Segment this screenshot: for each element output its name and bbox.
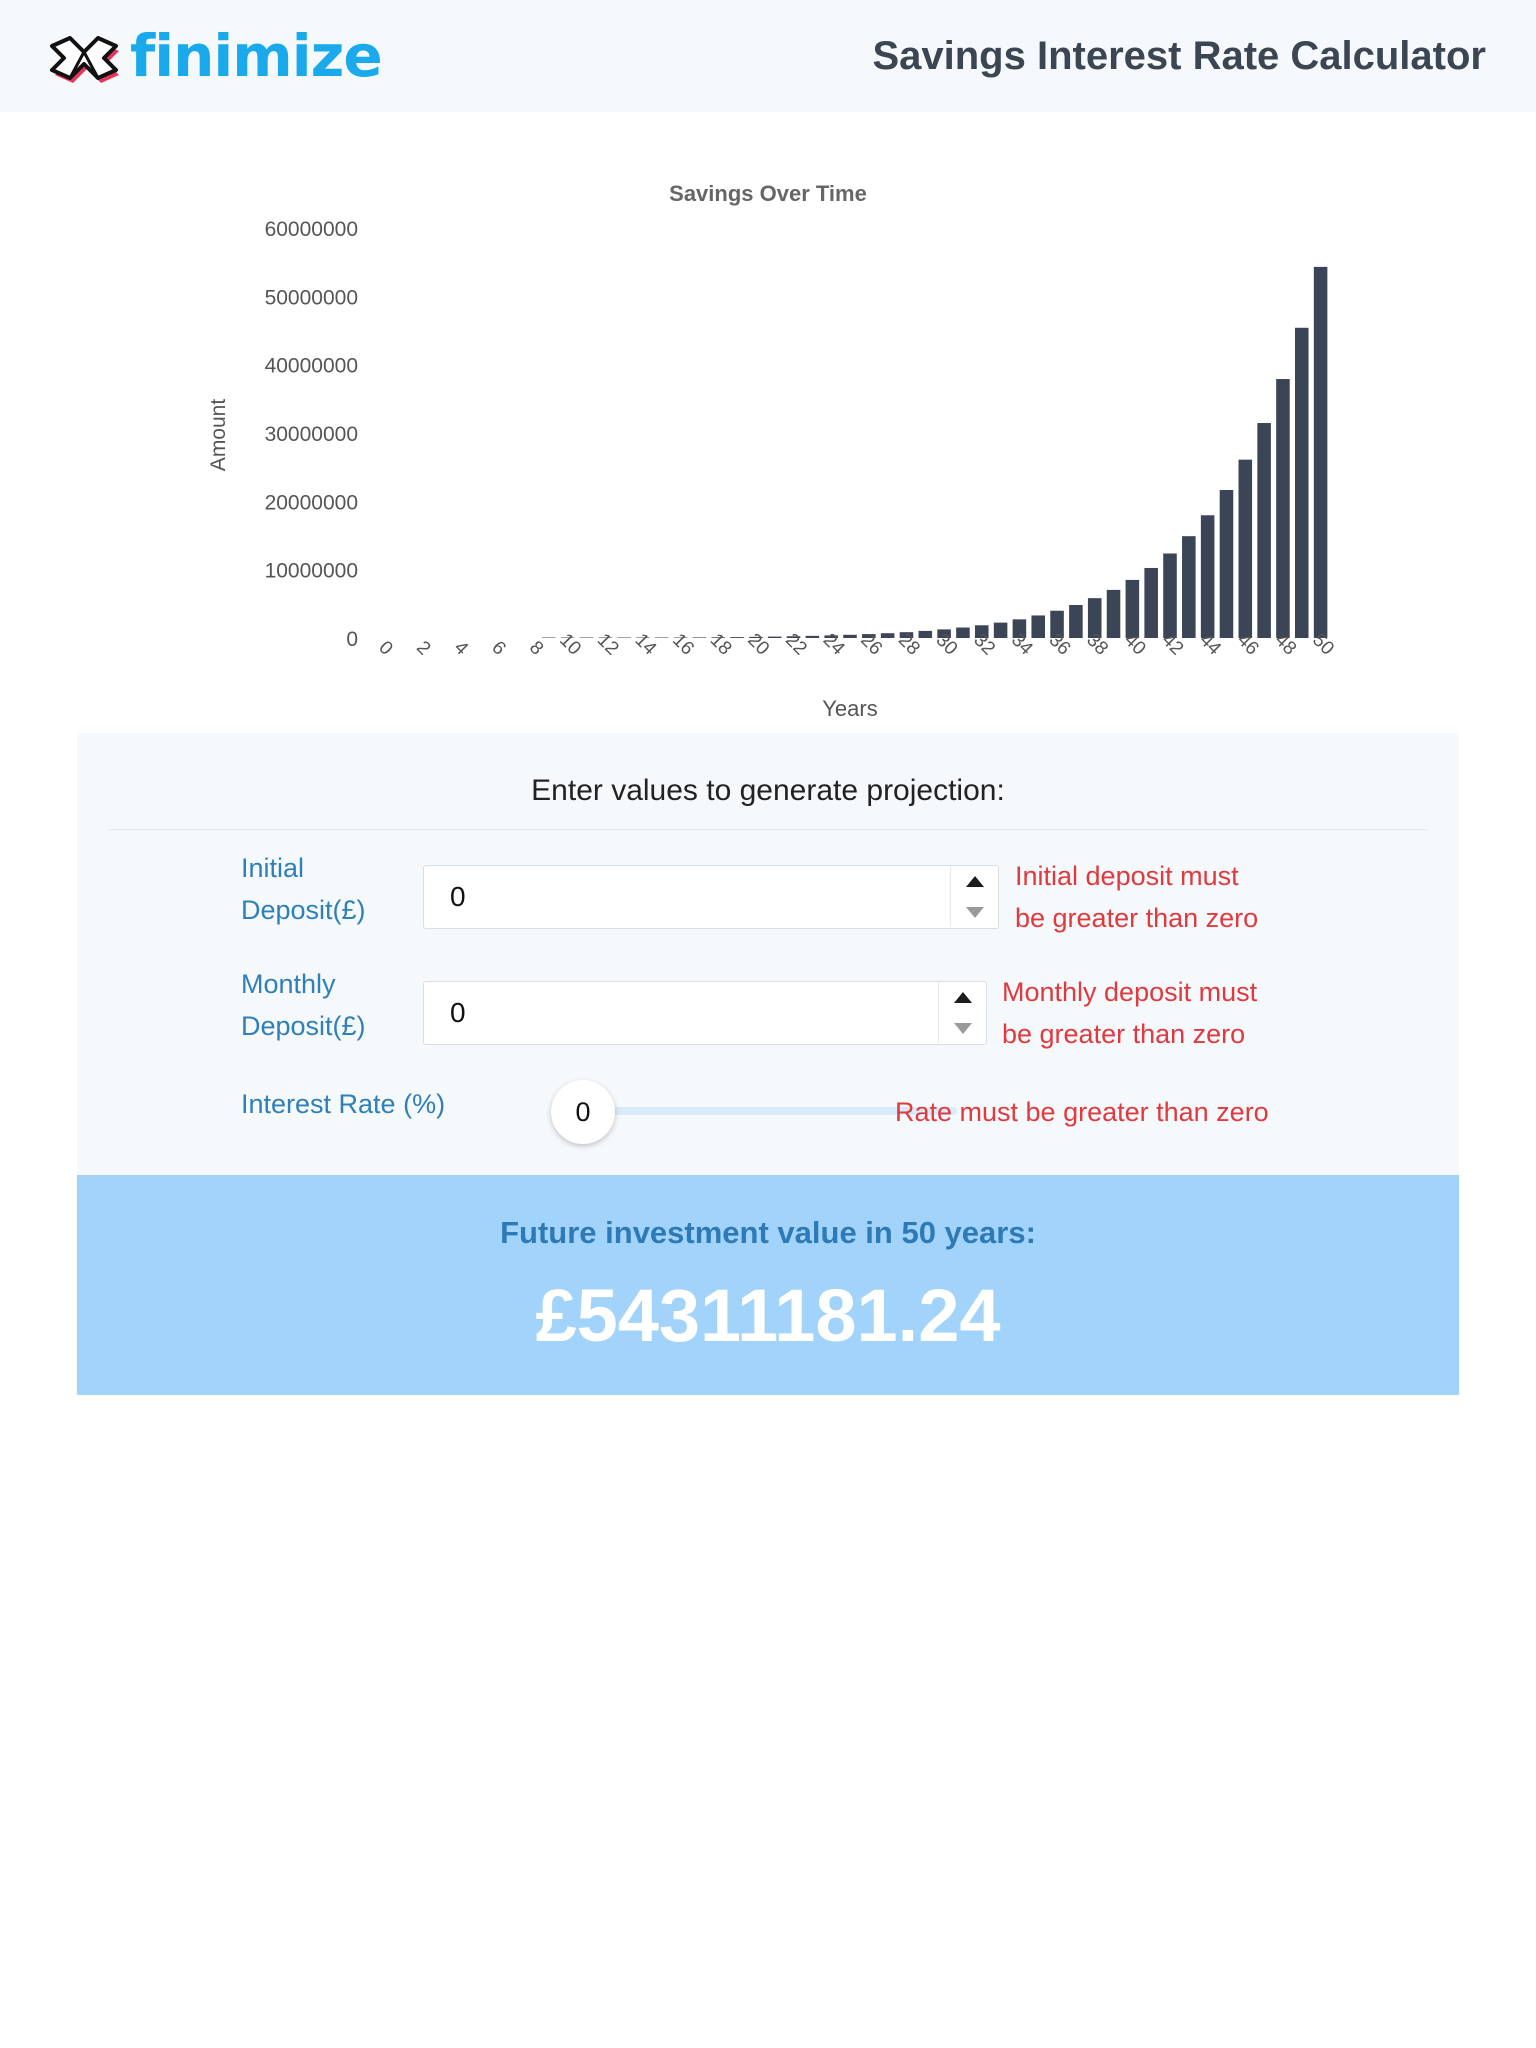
chart-bar [1200, 515, 1215, 638]
initial-deposit-spinner[interactable] [950, 866, 998, 927]
monthly-deposit-decrement[interactable] [939, 1013, 987, 1043]
arrow-down-icon [954, 1022, 972, 1034]
chart-bar [1276, 379, 1290, 638]
x-tick-label: 16 [668, 630, 698, 660]
chart-bar [617, 637, 631, 638]
savings-chart-svg: Savings Over Time 0 10000000 20000000 300000… [207, 181, 1338, 721]
form-divider [109, 829, 1427, 830]
chart-bar [1144, 567, 1158, 638]
savings-chart: Savings Over Time 0 10000000 20000000 300000… [190, 170, 1360, 730]
monthly-deposit-spinner[interactable] [938, 982, 986, 1043]
monthly-deposit-error-line1: Monthly deposit must [1002, 977, 1258, 1007]
chart-bar [956, 627, 970, 638]
x-tick-label: 6 [487, 637, 509, 659]
chart-bar [730, 637, 744, 638]
x-tick-label: 14 [630, 630, 660, 660]
monthly-deposit-error-line2: be greater than zero [1002, 1019, 1246, 1049]
interest-rate-error: Rate must be greater than zero [895, 1097, 1269, 1127]
result-label: Future investment value in 50 years: [500, 1215, 1036, 1250]
brand-name: finimize [130, 22, 383, 90]
initial-deposit-decrement[interactable] [951, 897, 999, 927]
chart-bar [1125, 579, 1140, 638]
chart-bar [542, 637, 556, 638]
chart-bar [880, 633, 895, 638]
monthly-deposit-value: 0 [450, 997, 466, 1028]
page-title: Savings Interest Rate Calculator [872, 34, 1486, 78]
initial-deposit-increment[interactable] [951, 866, 999, 896]
result-value: £54311181.24 [535, 1274, 1001, 1357]
monthly-deposit-input[interactable]: 0 [423, 981, 987, 1045]
chart-bar [1313, 266, 1328, 638]
chart-bar [1069, 604, 1083, 638]
monthly-deposit-label-line1: Monthly [241, 969, 336, 999]
header: finimize Savings Interest Rate Calculato… [0, 0, 1536, 112]
monthly-deposit-label-line2: Deposit(£) [241, 1011, 366, 1041]
x-tick-label: 4 [450, 637, 473, 660]
x-tick-label: 50 [1308, 630, 1338, 660]
x-tick-label: 12 [593, 630, 623, 660]
chart-bar [843, 634, 857, 638]
chart-bar [1163, 553, 1177, 638]
y-tick-label: 0 [346, 628, 358, 651]
y-tick-label: 30000000 [265, 423, 358, 446]
arrow-up-icon [966, 875, 984, 887]
chart-bar [1031, 615, 1046, 638]
y-tick-label: 60000000 [265, 218, 358, 241]
x-tick-label: 20 [743, 630, 773, 660]
x-tick-label: 24 [819, 630, 849, 660]
chart-bar [993, 622, 1008, 638]
chart-bar [1106, 589, 1121, 638]
form-heading: Enter values to generate projection: [531, 774, 1005, 807]
chart-bar [1257, 423, 1271, 638]
chart-bar [1238, 459, 1253, 638]
initial-deposit-error-line1: Initial deposit must [1015, 861, 1239, 891]
chart-bar [1219, 489, 1234, 638]
x-tick-label: 0 [374, 637, 396, 659]
x-tick-label: 2 [412, 637, 434, 659]
finimize-logo-icon [50, 36, 119, 83]
chart-bar [692, 637, 707, 638]
initial-deposit-label-line1: Initial [241, 853, 305, 883]
x-tick-label: 18 [706, 630, 736, 660]
x-tick-label: 22 [781, 630, 811, 660]
y-tick-label: 20000000 [265, 491, 358, 514]
arrow-up-icon [954, 991, 972, 1003]
monthly-deposit-increment[interactable] [939, 982, 987, 1012]
chart-bar [1294, 327, 1309, 638]
chart-title: Savings Over Time [669, 181, 867, 206]
y-axis-label: Amount [207, 399, 230, 472]
initial-deposit-error-line2: be greater than zero [1015, 903, 1259, 933]
arrow-down-icon [966, 906, 984, 918]
y-tick-label: 10000000 [265, 560, 358, 583]
chart-bar [579, 637, 594, 638]
initial-deposit-value: 0 [450, 881, 466, 912]
chart-bar [767, 636, 782, 638]
chart-bar [805, 635, 820, 638]
result-panel: Future investment value in 50 years: £54… [77, 1175, 1459, 1395]
chart-bar [1182, 536, 1196, 638]
finimize-logo[interactable]: finimize [46, 22, 383, 90]
y-tick-label: 50000000 [265, 286, 358, 309]
x-axis-label: Years [822, 696, 877, 721]
x-tick-label: 8 [525, 637, 547, 659]
projection-form: Enter values to generate projection: Ini… [77, 733, 1459, 1175]
y-tick-label: 40000000 [265, 355, 358, 378]
chart-bar [918, 630, 933, 638]
initial-deposit-label-line2: Deposit(£) [241, 895, 366, 925]
interest-rate-label: Interest Rate (%) [241, 1089, 446, 1119]
x-tick-label: 10 [555, 630, 585, 660]
interest-rate-slider-thumb[interactable]: 0 [551, 1080, 615, 1144]
chart-bar [654, 637, 669, 638]
initial-deposit-input[interactable]: 0 [423, 865, 999, 929]
